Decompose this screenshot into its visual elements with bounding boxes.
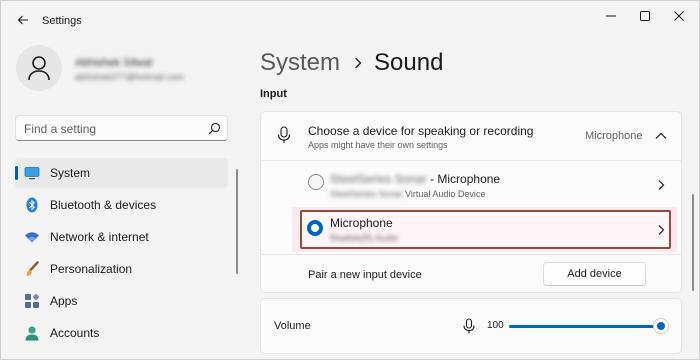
chevron-up-icon[interactable]: [654, 129, 668, 143]
pair-device-label: Pair a new input device: [308, 269, 422, 281]
sidebar-item-label: Network & internet: [50, 230, 149, 244]
device-subtitle-blurred: SteelSeries Sonar: [330, 189, 403, 199]
volume-label: Volume: [274, 320, 311, 332]
selected-device-highlight[interactable]: Microphone Realtek(R) Audio: [300, 210, 671, 249]
minimize-icon: [606, 15, 616, 17]
section-title-input: Input: [260, 88, 287, 100]
volume-card: Volume 100: [260, 298, 682, 354]
device-name-blurred: SteelSeries Sonar: [330, 172, 427, 186]
search-icon[interactable]: [208, 122, 221, 135]
volume-slider-fill: [509, 325, 661, 328]
device-name: Microphone: [330, 216, 393, 230]
monitor-icon: [24, 165, 40, 181]
close-button[interactable]: [664, 5, 694, 27]
user-name: Abhishek Silwal: [75, 57, 153, 69]
microphone-icon[interactable]: [463, 318, 475, 334]
device-subtitle-suffix: Virtual Audio Device: [402, 189, 486, 199]
main-scrollbar[interactable]: [692, 194, 694, 291]
maximize-icon: [640, 11, 650, 21]
sidebar-item-personalization[interactable]: Personalization: [15, 254, 228, 284]
chevron-right-icon: [354, 57, 362, 69]
choose-device-subtitle: Apps might have their own settings: [308, 140, 448, 150]
back-arrow-icon: [17, 15, 28, 25]
search-input[interactable]: [24, 120, 204, 137]
apps-icon: [24, 293, 40, 309]
sidebar-item-label: Apps: [50, 294, 78, 308]
chevron-right-icon[interactable]: [655, 224, 667, 236]
divider: [261, 254, 681, 255]
person-icon: [24, 325, 40, 341]
brush-icon: [24, 261, 40, 277]
add-device-button[interactable]: Add device: [543, 262, 646, 286]
volume-slider-thumb[interactable]: [653, 318, 669, 334]
device-subtitle: SteelSeries Sonar Virtual Audio Device: [330, 189, 485, 199]
selected-device-value: Microphone: [585, 130, 643, 142]
avatar[interactable]: [16, 45, 62, 91]
maximize-button[interactable]: [630, 5, 660, 27]
sidebar-item-apps[interactable]: Apps: [15, 286, 228, 316]
device-radio-selected[interactable]: [307, 220, 323, 236]
person-icon: [28, 56, 50, 81]
wifi-icon: [24, 229, 40, 245]
title-bar: Settings: [1, 1, 699, 39]
app-title: Settings: [42, 15, 82, 27]
active-indicator: [15, 166, 18, 180]
page-title: Sound: [374, 49, 444, 76]
sidebar-item-system[interactable]: System: [15, 158, 228, 188]
choose-device-title: Choose a device for speaking or recordin…: [308, 124, 534, 138]
search-box[interactable]: [15, 115, 228, 141]
choose-device-row[interactable]: Choose a device for speaking or recordin…: [261, 112, 681, 160]
sidebar-item-label: Personalization: [50, 262, 133, 276]
user-email: abhishek077@hotmail.com: [75, 72, 184, 82]
sidebar-scrollbar[interactable]: [236, 169, 238, 274]
volume-slider-track[interactable]: [509, 325, 661, 328]
input-device-card: Choose a device for speaking or recordin…: [260, 111, 682, 293]
settings-window: Settings Abhishek Silwal abhishek077@hot…: [0, 0, 700, 360]
device-name: SteelSeries Sonar - Microphone: [330, 172, 500, 186]
device-option-row[interactable]: SteelSeries Sonar - Microphone SteelSeri…: [261, 161, 681, 207]
back-button[interactable]: [13, 10, 33, 30]
device-name-suffix: - Microphone: [426, 172, 501, 186]
breadcrumb-parent[interactable]: System: [260, 49, 340, 77]
breadcrumb: System Sound: [260, 47, 443, 79]
sidebar-item-label: Accounts: [50, 326, 100, 340]
sidebar-item-label: System: [50, 166, 91, 180]
minimize-button[interactable]: [596, 5, 626, 27]
microphone-icon: [277, 126, 291, 143]
sidebar-item-accounts[interactable]: Accounts: [15, 318, 228, 348]
chevron-right-icon[interactable]: [655, 179, 667, 191]
close-icon: [674, 11, 684, 21]
volume-value: 100: [487, 320, 504, 331]
device-subtitle-blurred: Realtek(R) Audio: [330, 233, 399, 243]
sidebar-item-bluetooth[interactable]: Bluetooth & devices: [15, 190, 228, 220]
bluetooth-icon: [24, 197, 40, 213]
sidebar-item-network[interactable]: Network & internet: [15, 222, 228, 252]
device-radio[interactable]: [308, 174, 324, 190]
sidebar-item-label: Bluetooth & devices: [50, 198, 157, 212]
